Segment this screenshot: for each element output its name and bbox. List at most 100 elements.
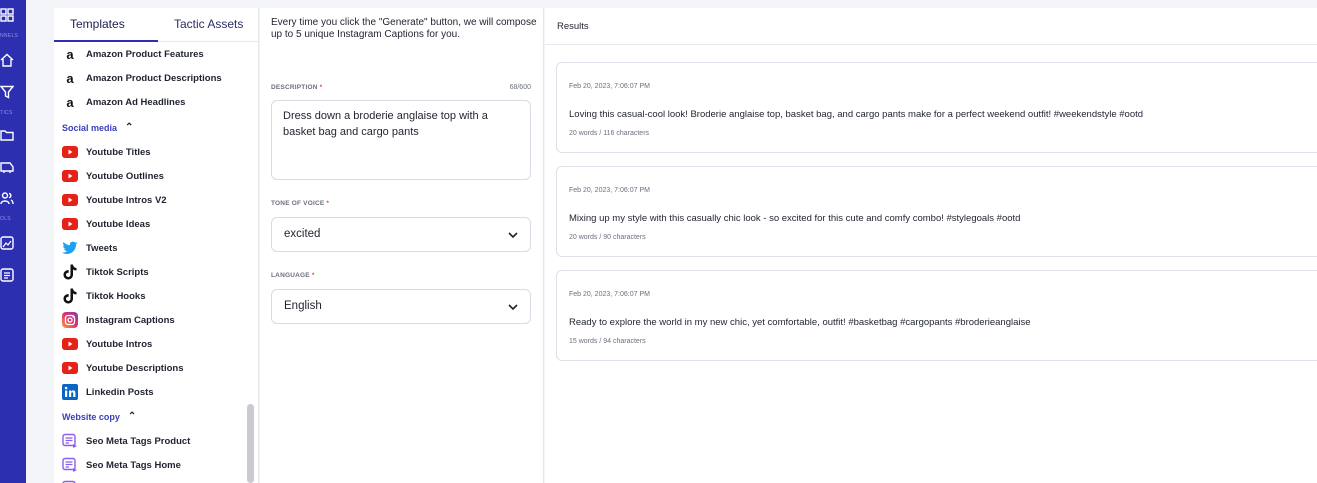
tab-bar: Templates Tactic Assets <box>54 8 259 42</box>
template-item-partial[interactable] <box>62 479 86 483</box>
result-text: Ready to explore the world in my new chi… <box>569 317 1031 328</box>
template-item-label: Youtube Descriptions <box>86 362 184 374</box>
youtube-icon <box>62 168 78 184</box>
results-header: Results <box>545 8 1317 45</box>
results-title: Results <box>557 21 589 32</box>
twitter-icon <box>62 240 78 256</box>
result-timestamp: Feb 20, 2023, 7:06:07 PM <box>569 83 650 90</box>
tab-tactic-assets[interactable]: Tactic Assets <box>174 17 243 31</box>
language-select[interactable]: English <box>271 289 531 324</box>
tone-label-text: TONE OF VOICE <box>271 200 325 207</box>
result-card[interactable]: Feb 20, 2023, 7:06:07 PM Mixing up my st… <box>556 166 1317 257</box>
template-item-youtube-intros[interactable]: Youtube Intros <box>62 335 152 353</box>
description-textarea[interactable]: Dress down a broderie anglaise top with … <box>271 100 531 180</box>
template-item-label: Amazon Product Descriptions <box>86 72 222 84</box>
home-icon[interactable] <box>0 53 14 67</box>
template-item-youtube-descriptions[interactable]: Youtube Descriptions <box>62 359 183 377</box>
template-item-seo-meta-tags-product[interactable]: Seo Meta Tags Product <box>62 432 190 450</box>
tab-templates[interactable]: Templates <box>70 17 125 31</box>
description-label-text: DESCRIPTION <box>271 84 318 91</box>
template-item-tiktok-hooks[interactable]: Tiktok Hooks <box>62 287 145 305</box>
section-label: Website copy <box>62 411 120 422</box>
rail-label-tools: OLS <box>0 216 11 222</box>
description-label: DESCRIPTION * <box>271 84 322 91</box>
tiktok-icon <box>62 288 78 304</box>
tone-value: excited <box>284 228 321 240</box>
youtube-icon <box>62 336 78 352</box>
template-item-seo-meta-tags-home[interactable]: Seo Meta Tags Home <box>62 456 181 474</box>
template-item-youtube-titles[interactable]: Youtube Titles <box>62 143 151 161</box>
folder-icon[interactable] <box>0 128 14 142</box>
list-icon[interactable] <box>0 268 14 282</box>
template-item-label: Instagram Captions <box>86 314 175 326</box>
template-item-label: Youtube Intros V2 <box>86 194 167 206</box>
template-item-instagram-captions[interactable]: Instagram Captions <box>62 311 175 329</box>
language-value: English <box>284 300 322 312</box>
result-card[interactable]: Feb 20, 2023, 7:06:07 PM Ready to explor… <box>556 270 1317 361</box>
template-item-tweets[interactable]: Tweets <box>62 239 118 257</box>
template-item-label: Youtube Ideas <box>86 218 151 230</box>
template-item-label: Tiktok Hooks <box>86 290 146 302</box>
rail-label-channels: NNELS <box>0 33 19 39</box>
section-website-copy[interactable]: Website copy ⌃ <box>62 411 136 422</box>
template-item-amazon-ad-headlines[interactable]: a Amazon Ad Headlines <box>62 93 185 111</box>
required-mark: * <box>311 272 315 279</box>
amazon-icon: a <box>66 70 74 86</box>
bus-icon[interactable] <box>0 160 14 174</box>
chevron-up-icon: ⌃ <box>127 411 137 422</box>
templates-panel: Templates Tactic Assets a Amazon Product… <box>54 8 259 483</box>
icon-rail: NNELS TICS OLS <box>0 0 26 483</box>
chevron-down-icon <box>507 301 519 313</box>
description-counter: 68/600 <box>509 84 531 91</box>
template-item-label: Youtube Titles <box>86 146 151 158</box>
template-item-label: Amazon Ad Headlines <box>86 96 186 108</box>
result-card[interactable]: Feb 20, 2023, 7:06:07 PM Loving this cas… <box>556 62 1317 153</box>
image-icon[interactable] <box>0 236 14 250</box>
template-item-tiktok-scripts[interactable]: Tiktok Scripts <box>62 263 149 281</box>
template-item-label: Tweets <box>86 242 118 254</box>
language-label: LANGUAGE * <box>271 272 315 279</box>
result-timestamp: Feb 20, 2023, 7:06:07 PM <box>569 291 650 298</box>
result-text: Loving this casual-cool look! Broderie a… <box>569 109 1144 120</box>
youtube-icon <box>62 144 78 160</box>
seo-icon <box>62 457 78 473</box>
users-icon[interactable] <box>0 191 14 205</box>
required-mark: * <box>319 84 323 91</box>
amazon-icon: a <box>66 94 74 110</box>
template-item-linkedin-posts[interactable]: Linkedin Posts <box>62 383 154 401</box>
template-item-label: Seo Meta Tags Home <box>86 459 181 471</box>
linkedin-icon <box>62 384 78 400</box>
template-item-youtube-intros-v2[interactable]: Youtube Intros V2 <box>62 191 167 209</box>
section-label: Social media <box>62 122 118 133</box>
chevron-up-icon: ⌃ <box>125 122 134 133</box>
template-item-youtube-outlines[interactable]: Youtube Outlines <box>62 167 164 185</box>
grid-icon[interactable] <box>0 8 14 22</box>
result-meta: 20 words / 116 characters <box>569 130 650 137</box>
template-item-label: Youtube Outlines <box>86 170 164 182</box>
amazon-icon: a <box>66 46 74 62</box>
section-social-media[interactable]: Social media ⌃ <box>62 122 133 133</box>
result-timestamp: Feb 20, 2023, 7:06:07 PM <box>569 187 650 194</box>
generator-form: Every time you click the "Generate" butt… <box>260 8 544 483</box>
result-meta: 20 words / 90 characters <box>569 234 646 241</box>
template-item-label: Youtube Intros <box>86 338 153 350</box>
result-meta: 15 words / 94 characters <box>569 338 646 345</box>
seo-icon <box>62 433 78 449</box>
filter-icon[interactable] <box>0 85 14 99</box>
template-item-youtube-ideas[interactable]: Youtube Ideas <box>62 215 150 233</box>
youtube-icon <box>62 216 78 232</box>
template-list: a Amazon Product Features a Amazon Produ… <box>54 42 244 483</box>
template-item-amazon-product-features[interactable]: a Amazon Product Features <box>62 45 203 63</box>
list-scrollbar-thumb[interactable] <box>247 404 254 483</box>
language-label-text: LANGUAGE <box>271 272 310 279</box>
tone-of-voice-select[interactable]: excited <box>271 217 531 252</box>
youtube-icon <box>62 360 78 376</box>
template-item-label: Tiktok Scripts <box>86 266 149 278</box>
template-item-amazon-product-descriptions[interactable]: a Amazon Product Descriptions <box>62 69 222 87</box>
results-panel: Results Feb 20, 2023, 7:06:07 PM Loving … <box>545 8 1317 483</box>
rail-label-tactics: TICS <box>0 110 13 116</box>
template-item-label: Seo Meta Tags Product <box>86 435 191 447</box>
instagram-icon <box>62 312 78 328</box>
template-item-label: Linkedin Posts <box>86 386 154 398</box>
tiktok-icon <box>62 264 78 280</box>
